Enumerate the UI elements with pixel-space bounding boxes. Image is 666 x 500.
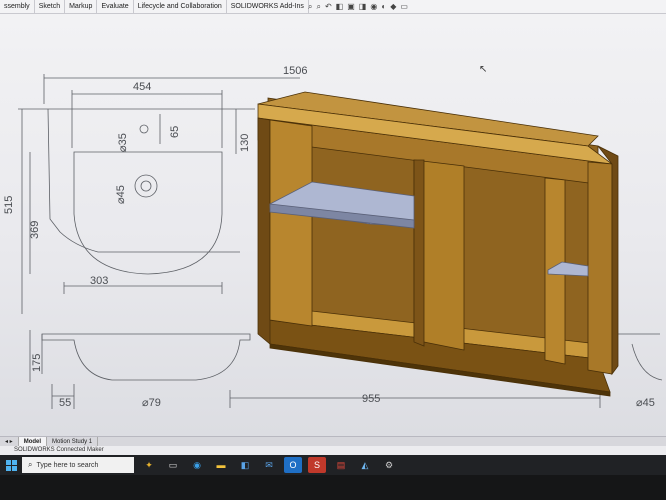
outlook-icon[interactable]: O	[284, 457, 302, 473]
tab-addins[interactable]: SOLIDWORKS Add-Ins	[227, 0, 309, 13]
zoom-area-icon[interactable]: ⌕	[316, 1, 320, 13]
store-icon[interactable]: ◧	[236, 457, 254, 473]
mouse-cursor-icon: ↖	[479, 64, 488, 75]
dim-text: 369	[29, 221, 41, 239]
zoom-fit-icon[interactable]: ⌕	[308, 1, 312, 13]
heads-up-toolbar: ⌕ ⌕ ↶ ◧ ▣ ◨ ◉ ◐ ◆ ▭	[308, 1, 408, 13]
display-style-icon[interactable]: ◨	[359, 1, 367, 13]
dim-text: ⌀45	[115, 185, 127, 204]
section-view-icon[interactable]: ◧	[336, 1, 344, 13]
hide-show-icon[interactable]: ◉	[370, 1, 377, 13]
dim-text: 303	[90, 275, 108, 287]
dim-text: 955	[362, 393, 380, 405]
task-view-icon[interactable]: ▭	[164, 457, 182, 473]
tab-sketch[interactable]: Sketch	[35, 0, 66, 13]
dim-text: 65	[169, 126, 181, 138]
tab-lifecycle[interactable]: Lifecycle and Collaboration	[134, 0, 227, 13]
drain-outer	[134, 174, 158, 198]
left-side-panel	[257, 117, 271, 345]
dim-text: 1506	[283, 65, 307, 77]
right-side-panel	[587, 161, 613, 375]
cabinet-model	[257, 91, 619, 397]
drain-inner	[140, 180, 152, 192]
scene-icon[interactable]: ◆	[390, 1, 396, 13]
previous-view-icon[interactable]: ↶	[325, 1, 332, 13]
dim-text: ⌀79	[142, 397, 161, 409]
file-explorer-icon[interactable]: ▬	[212, 457, 230, 473]
windows-start-icon[interactable]	[0, 455, 22, 475]
view-orientation-icon[interactable]: ▣	[347, 1, 355, 13]
pdf-icon[interactable]: ▤	[332, 457, 350, 473]
dim-text: 130	[239, 134, 251, 152]
windows-taskbar: ⌕ Type here to search ✦ ▭ ◉ ▬ ◧ ✉ O S ▤ …	[0, 455, 666, 475]
view-settings-icon[interactable]: ▭	[400, 1, 408, 13]
photos-icon[interactable]: ◭	[356, 457, 374, 473]
dim-text: 175	[31, 354, 43, 372]
dim-text: 515	[3, 196, 15, 214]
taskbar-search-input[interactable]: ⌕ Type here to search	[22, 457, 134, 473]
tab-evaluate[interactable]: Evaluate	[97, 0, 134, 13]
edge-icon[interactable]: ◉	[188, 457, 206, 473]
tap-hole	[139, 124, 149, 134]
tab-assembly[interactable]: ssembly	[0, 0, 35, 13]
solidworks-icon[interactable]: S	[308, 457, 326, 473]
mail-icon[interactable]: ✉	[260, 457, 278, 473]
dim-text: 55	[59, 397, 71, 409]
basin-bowl	[73, 151, 223, 275]
search-placeholder: Type here to search	[36, 461, 99, 469]
status-bar: SOLIDWORKS Connected Maker	[0, 446, 666, 455]
monitor-bezel	[0, 475, 666, 500]
tab-markup[interactable]: Markup	[65, 0, 98, 13]
search-icon: ⌕	[28, 460, 33, 469]
dim-text: 454	[133, 81, 151, 93]
dim-text: ⌀45	[636, 397, 655, 409]
appearance-icon[interactable]: ◐	[381, 1, 386, 13]
graphics-area[interactable]: 1506 454 65 ⌀35 130 515 369 ⌀45 303 175 …	[0, 14, 666, 451]
front-basin	[41, 333, 251, 381]
solidworks-window: ssembly Sketch Markup Evaluate Lifecycle…	[0, 0, 666, 500]
settings-icon[interactable]: ⚙	[380, 457, 398, 473]
copilot-icon[interactable]: ✦	[140, 457, 158, 473]
dim-text: ⌀35	[117, 133, 129, 152]
model-view: 1506 454 65 ⌀35 130 515 369 ⌀45 303 175 …	[3, 65, 663, 409]
center-divider-edge	[413, 159, 425, 347]
left-side-front	[269, 119, 313, 327]
